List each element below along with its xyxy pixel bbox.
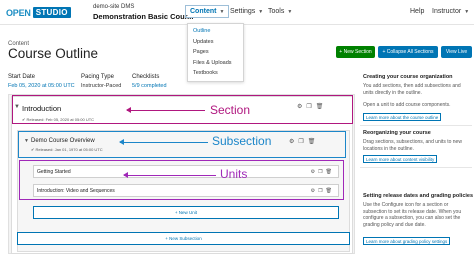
nav-help-link[interactable]: Help [410, 8, 424, 15]
sidebar-divider [360, 167, 472, 168]
nav-tools-menu[interactable]: Tools ▼ [268, 8, 292, 15]
units-arrow [123, 172, 216, 178]
sidebar-heading-release-dates: Setting release dates and grading polici… [363, 193, 474, 199]
menu-item-textbooks[interactable]: Textbooks [188, 68, 243, 79]
nav-settings-menu[interactable]: Settings ▼ [230, 8, 263, 15]
units-annotation-label: Units [220, 167, 248, 181]
learn-more-outline-button[interactable]: Learn more about the course outline [363, 113, 442, 121]
chevron-down-icon: ▼ [464, 8, 470, 15]
content-dropdown-menu: Outline Updates Pages Files & Uploads Te… [187, 23, 244, 82]
logo-open-text: OPEN [6, 7, 31, 18]
sidebar-heading-reorganizing: Reorganizing your course [363, 130, 431, 136]
nav-settings-label: Settings [230, 8, 256, 15]
learn-more-visibility-button[interactable]: Learn more about content visibility [363, 155, 438, 163]
view-live-button[interactable]: View Live [441, 46, 472, 58]
menu-item-outline[interactable]: Outline [188, 26, 243, 37]
checklists-value[interactable]: 5/9 completed [132, 83, 167, 89]
chevron-down-icon: ▼ [219, 8, 225, 15]
subsection-arrow [119, 139, 208, 145]
nav-user-menu[interactable]: Instructor ▼ [432, 8, 469, 15]
sidebar-text-reorganizing: Drag sections, subsections, and units to… [363, 139, 462, 152]
sidebar-divider [360, 125, 472, 126]
course-name[interactable]: Demonstration Basic Cour... [93, 12, 193, 21]
units-annotation-box [19, 160, 344, 200]
start-date-value[interactable]: Feb 05, 2020 at 05:00 UTC [8, 83, 75, 89]
new-subsection-button[interactable]: + New Subsection [17, 232, 350, 245]
pacing-type-value: Instructor-Paced [81, 83, 122, 89]
subsection-annotation-box [18, 131, 346, 158]
nav-tools-label: Tools [268, 8, 285, 15]
logo-studio-text: STUDIO [32, 7, 71, 18]
section-arrow [126, 107, 205, 113]
pacing-type-label: Pacing Type [81, 74, 114, 80]
menu-item-updates[interactable]: Updates [188, 37, 243, 48]
start-date-label: Start Date [8, 74, 36, 80]
nav-content-label: Content [190, 8, 217, 15]
menu-item-pages[interactable]: Pages [188, 47, 243, 58]
sidebar-text-organization: You add sections, then add subsections a… [363, 83, 461, 96]
learn-more-grading-button[interactable]: Learn more about grading policy settings [363, 237, 451, 245]
new-unit-button[interactable]: + New Unit [33, 206, 339, 219]
section-annotation-label: Section [210, 103, 251, 117]
menu-item-files-uploads[interactable]: Files & Uploads [188, 58, 243, 69]
top-bar: OPEN STUDIO demo-site DMS Demonstration … [0, 0, 474, 25]
open-edx-studio-logo[interactable]: OPEN STUDIO [6, 6, 71, 19]
new-section-button[interactable]: + New Section [336, 46, 375, 58]
sidebar-text-components: Open a unit to add course components. [363, 102, 451, 108]
collapse-all-sections-button[interactable]: + Collapse All Sections [378, 46, 438, 58]
subsection-annotation-label: Subsection [212, 134, 272, 148]
chevron-down-icon: ▼ [287, 8, 293, 15]
nav-content-menu[interactable]: Content ▼ [185, 5, 230, 18]
chevron-down-icon: ▼ [258, 8, 264, 15]
sidebar-text-release-dates: Use the Configure icon for a section or … [363, 202, 462, 228]
course-id: demo-site DMS [93, 4, 135, 10]
sidebar-heading-organization: Creating your course organization [363, 74, 453, 80]
page-title: Course Outline [8, 46, 99, 61]
nav-user-label: Instructor [432, 8, 462, 15]
checklists-label: Checklists [132, 74, 160, 80]
